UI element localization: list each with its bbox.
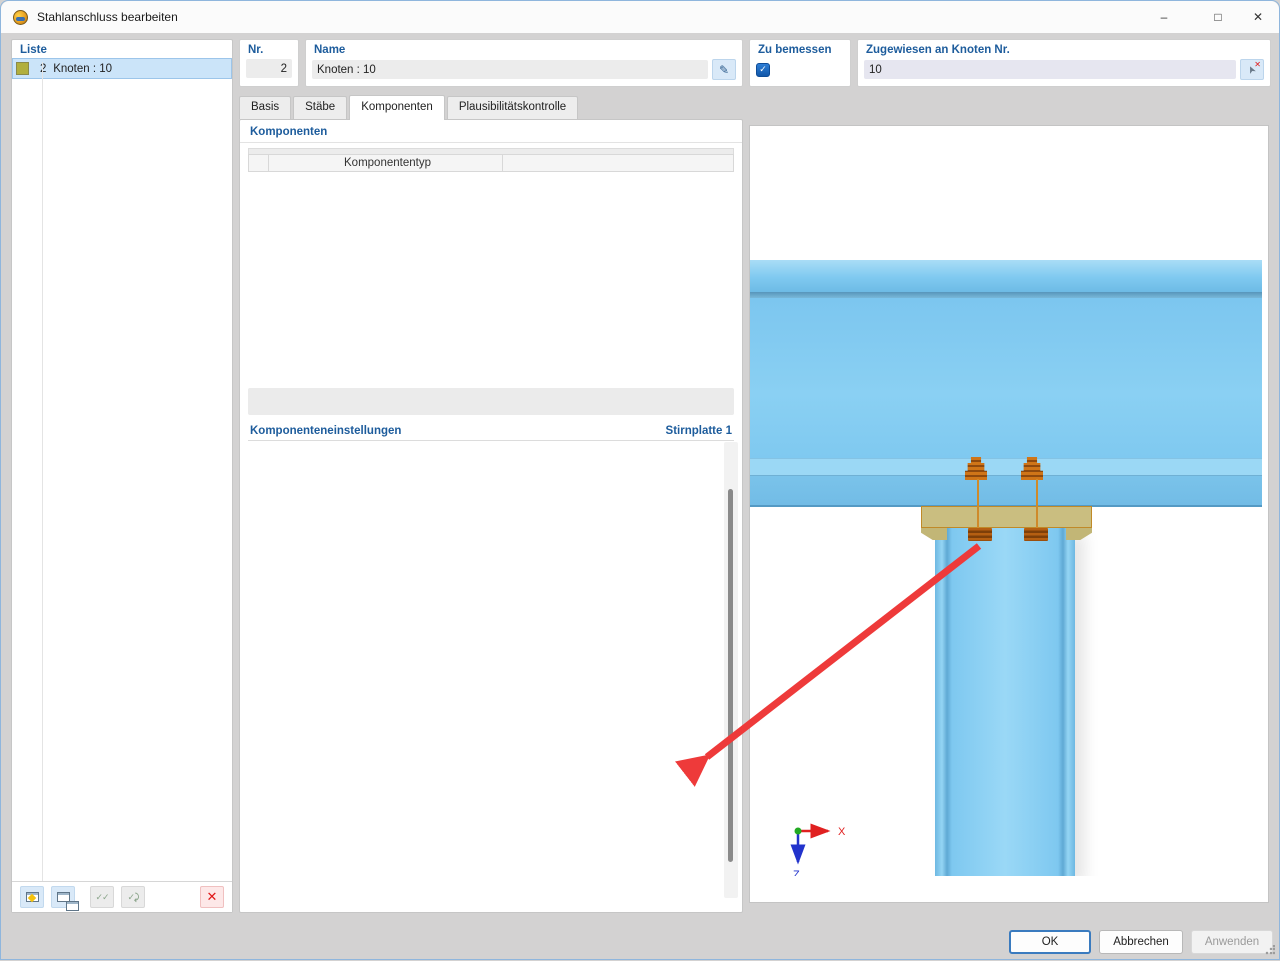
viewport-3d[interactable]: X Z bbox=[749, 125, 1269, 903]
delete-all-button[interactable]: ✕ bbox=[200, 886, 224, 908]
apply-button[interactable]: Anwenden bbox=[1191, 930, 1273, 954]
resize-grip[interactable] bbox=[1265, 945, 1275, 955]
ok-button[interactable]: OK bbox=[1009, 930, 1091, 954]
uncheck-all-button[interactable]: ✓⤸ bbox=[121, 886, 145, 908]
nr-card: Nr. 2 bbox=[239, 39, 299, 87]
name-card: Name Knoten : 10 ✎ bbox=[305, 39, 743, 87]
column-3d bbox=[935, 528, 1075, 878]
tab-staebe[interactable]: Stäbe bbox=[293, 96, 348, 119]
window-title: Stahlanschluss bearbeiten bbox=[37, 10, 178, 24]
delete-icon: ✕ bbox=[206, 889, 218, 904]
bolt-shaft bbox=[1036, 479, 1038, 528]
cursor-icon: ➤ bbox=[1245, 63, 1259, 76]
zugewiesen-card: Zugewiesen an Knoten Nr. 10 ✕ ➤ bbox=[857, 39, 1271, 87]
tab-plausibilitaetskontrolle[interactable]: Plausibilitätskontrolle bbox=[446, 96, 579, 119]
name-input[interactable]: Knoten : 10 bbox=[312, 60, 708, 79]
zugewiesen-label: Zugewiesen an Knoten Nr. bbox=[866, 44, 1010, 56]
table-header-check-col bbox=[249, 155, 269, 171]
bolt-nut bbox=[968, 528, 992, 541]
settings-scrollbar[interactable] bbox=[724, 442, 738, 898]
cancel-button[interactable]: Abbrechen bbox=[1099, 930, 1183, 954]
edit-icon: ✎ bbox=[718, 62, 730, 77]
liste-item-name: Knoten : 10 bbox=[50, 62, 113, 75]
titlebar: Stahlanschluss bearbeiten bbox=[1, 1, 1279, 33]
copy-icon bbox=[56, 892, 79, 911]
copy-connection-button[interactable] bbox=[51, 886, 79, 911]
new-connection-button[interactable] bbox=[20, 886, 44, 908]
zugewiesen-input[interactable]: 10 bbox=[864, 60, 1236, 79]
edit-name-button[interactable]: ✎ bbox=[712, 59, 736, 80]
liste-panel: Liste 2 Knoten : 10 ✓✓ ✓⤸ ✕ bbox=[11, 39, 233, 913]
liste-item[interactable]: 2 Knoten : 10 bbox=[12, 58, 232, 79]
viewport-toolbar bbox=[750, 876, 1268, 902]
scrollbar-thumb[interactable] bbox=[728, 489, 733, 862]
liste-column-divider bbox=[42, 62, 43, 881]
komponenten-table-header: Komponententyp bbox=[248, 154, 734, 172]
beam-3d bbox=[750, 260, 1262, 507]
axis-x-label: X bbox=[838, 826, 846, 838]
komponenten-toolbar bbox=[248, 388, 734, 415]
bolt-shaft bbox=[977, 479, 979, 528]
bolt-nut bbox=[1024, 528, 1048, 541]
app-icon bbox=[13, 9, 28, 25]
close-button[interactable]: ✕ bbox=[1237, 1, 1279, 33]
zu-bemessen-card: Zu bemessen ✓ bbox=[749, 39, 851, 87]
komponenten-title: Komponenten bbox=[250, 126, 328, 138]
einstellungen-component: Stirnplatte 1 bbox=[665, 425, 732, 437]
plate-chamfer-right bbox=[1066, 528, 1092, 540]
nr-label: Nr. bbox=[248, 44, 264, 56]
liste-header: Liste bbox=[20, 44, 47, 56]
end-plate-3d bbox=[921, 506, 1092, 528]
zu-bemessen-label: Zu bemessen bbox=[758, 44, 832, 56]
einstellungen-title: Komponenteneinstellungen bbox=[250, 425, 402, 437]
nr-value: 2 bbox=[246, 59, 292, 78]
komponenten-table: Komponententyp bbox=[248, 148, 734, 172]
uncheck-all-icon: ✓⤸ bbox=[127, 891, 140, 902]
minimize-button[interactable]: – bbox=[1143, 1, 1185, 33]
new-connection-icon bbox=[25, 892, 39, 902]
zu-bemessen-checkbox[interactable]: ✓ bbox=[756, 62, 770, 77]
table-header-komponententyp: Komponententyp bbox=[269, 155, 503, 171]
select-nodes-button[interactable]: ✕ ➤ bbox=[1240, 59, 1264, 80]
name-label: Name bbox=[314, 44, 346, 56]
main-panel: Komponenten Komponententyp Komponentenei… bbox=[239, 119, 743, 913]
plate-chamfer-left bbox=[921, 528, 947, 540]
navigation-cube[interactable] bbox=[1194, 146, 1242, 194]
check-all-icon: ✓✓ bbox=[95, 891, 109, 902]
tab-bar: Basis Stäbe Komponenten Plausibilitätskontr… bbox=[239, 95, 580, 120]
liste-list: 2 Knoten : 10 bbox=[12, 58, 232, 79]
check-all-button[interactable]: ✓✓ bbox=[90, 886, 114, 908]
maximize-button[interactable]: □ bbox=[1197, 1, 1239, 33]
liste-toolbar: ✓✓ ✓⤸ ✕ bbox=[12, 881, 232, 912]
connection-color-swatch bbox=[16, 62, 29, 75]
tab-komponenten[interactable]: Komponenten bbox=[349, 95, 445, 120]
tab-basis[interactable]: Basis bbox=[239, 96, 292, 119]
